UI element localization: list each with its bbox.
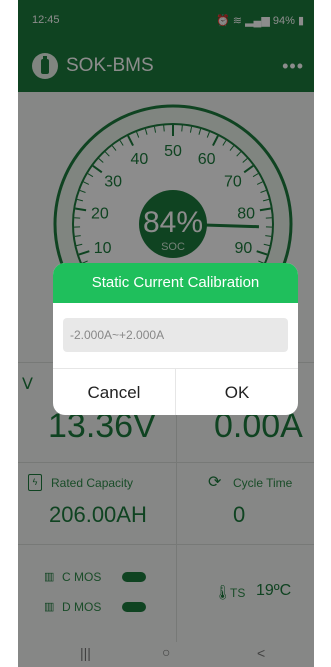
dialog-title: Static Current Calibration bbox=[53, 263, 298, 303]
cancel-button[interactable]: Cancel bbox=[53, 368, 175, 415]
phone-screen: 12:45 ⏰ ≋ ▂▄▆ 94% ▮ SOK-BMS ••• 10 20 30 40… bbox=[18, 0, 314, 667]
calibration-dialog: Static Current Calibration Cancel OK bbox=[53, 263, 298, 415]
calibration-input[interactable] bbox=[63, 318, 288, 352]
ok-button[interactable]: OK bbox=[176, 368, 298, 415]
